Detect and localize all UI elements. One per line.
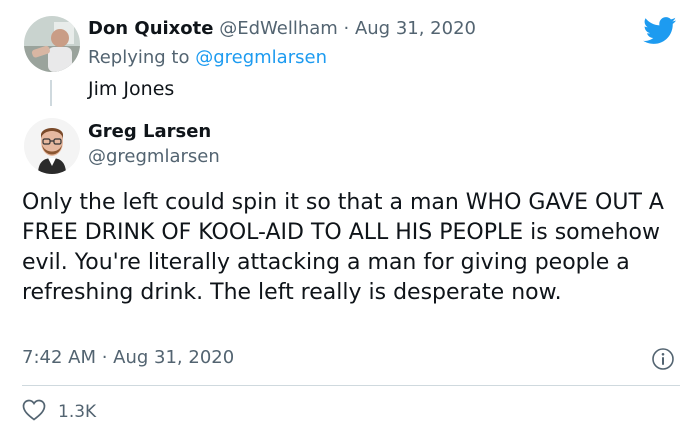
- tweet-timestamp[interactable]: 7:42 AM · Aug 31, 2020: [22, 347, 234, 368]
- reply-tweet-text: Jim Jones: [88, 78, 175, 100]
- thread-connector-line: [50, 80, 52, 106]
- info-icon[interactable]: [651, 347, 675, 371]
- divider: [22, 385, 680, 386]
- reply-author-handle-date[interactable]: @EdWellham · Aug 31, 2020: [219, 18, 476, 39]
- tweet-author-name[interactable]: Greg Larsen: [88, 121, 211, 142]
- replying-to-prefix: Replying to: [88, 47, 190, 68]
- replying-to-mention[interactable]: @gregmlarsen: [195, 47, 327, 68]
- replying-to-line: Replying to @gregmlarsen: [88, 47, 327, 68]
- reply-author-name[interactable]: Don Quixote: [88, 18, 213, 39]
- like-action[interactable]: 1.3K: [22, 398, 96, 426]
- tweet-text: Only the left could spin it so that a ma…: [22, 190, 664, 305]
- tweet-author-avatar[interactable]: [24, 118, 80, 174]
- like-count: 1.3K: [58, 402, 97, 422]
- heart-icon[interactable]: [22, 399, 46, 426]
- reply-author-line: Don Quixote @EdWellham · Aug 31, 2020: [88, 18, 476, 39]
- tweet-author-handle[interactable]: @gregmlarsen: [88, 146, 220, 167]
- twitter-bird-icon[interactable]: [643, 17, 677, 45]
- reply-author-avatar[interactable]: [24, 16, 80, 72]
